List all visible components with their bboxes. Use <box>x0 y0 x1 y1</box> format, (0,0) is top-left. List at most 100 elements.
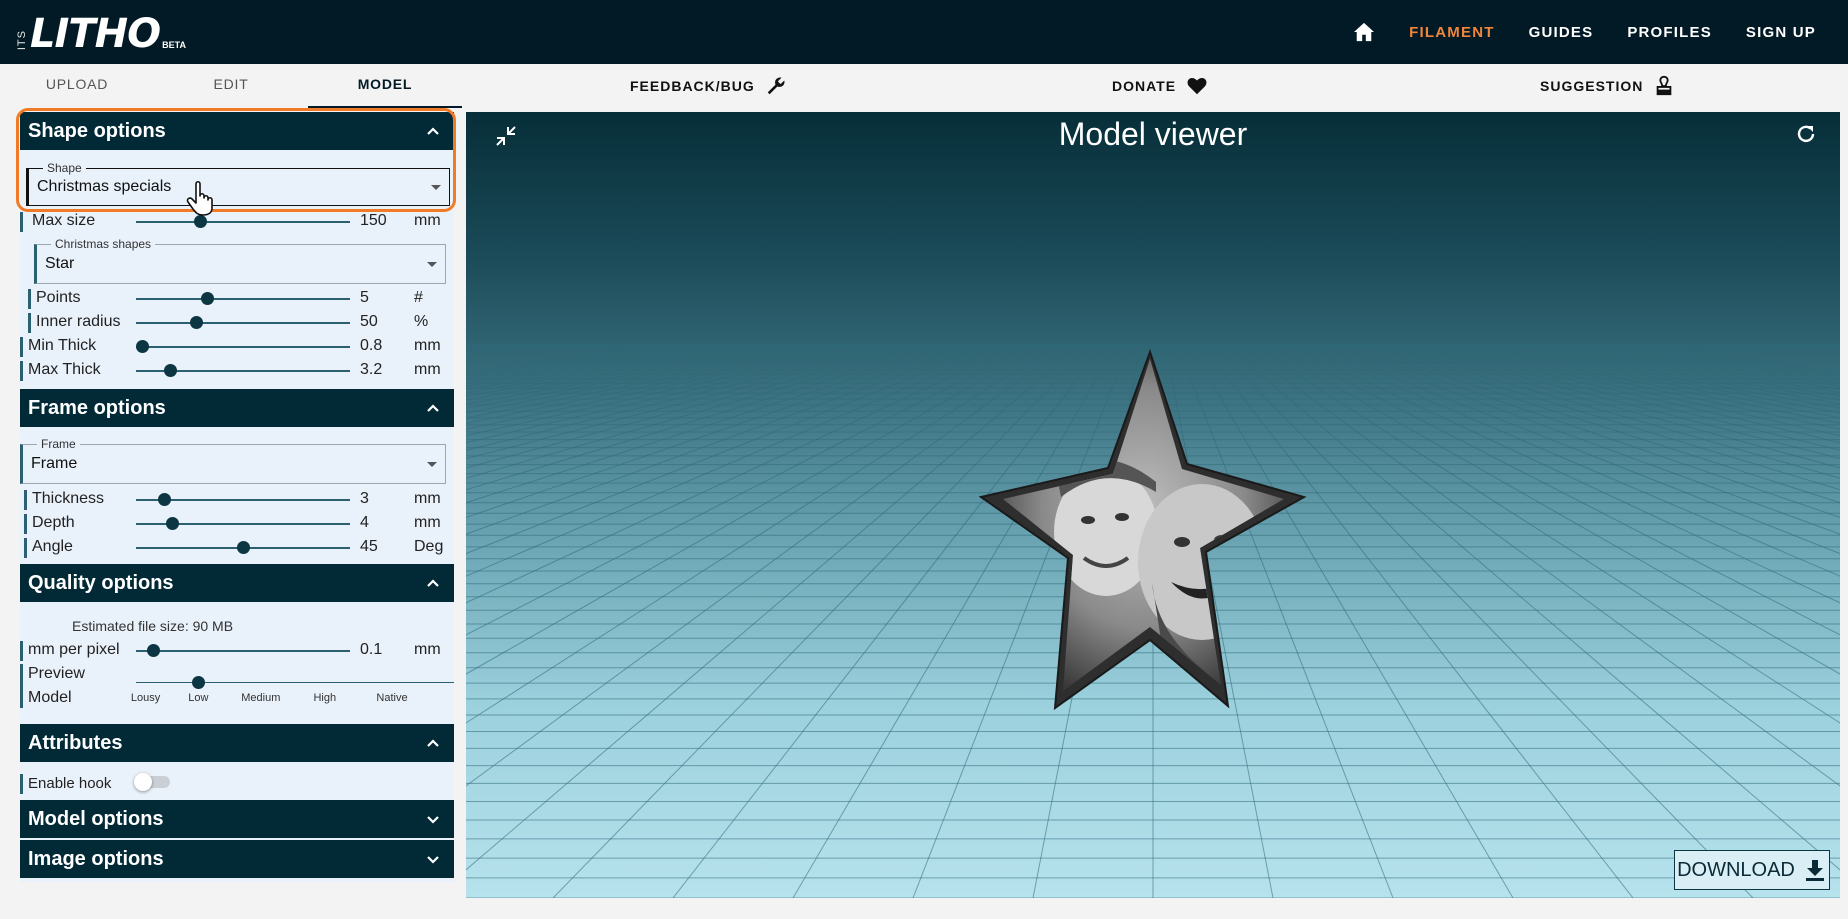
inner-radius-thumb[interactable] <box>189 316 203 329</box>
toggle-thumb[interactable] <box>134 773 152 791</box>
logo-wordmark: LITHO <box>30 11 161 57</box>
download-button[interactable]: DOWNLOAD <box>1674 850 1830 890</box>
main-nav: FILAMENT GUIDES PROFILES SIGN UP <box>1353 0 1816 64</box>
depth-slider[interactable] <box>136 517 350 530</box>
min-thick-label: Min Thick <box>28 337 97 354</box>
nav-profiles[interactable]: PROFILES <box>1627 24 1712 41</box>
mm-per-pixel-unit: mm <box>414 641 441 658</box>
tab-upload[interactable]: UPLOAD <box>0 64 154 108</box>
inner-radius-label: Inner radius <box>36 313 121 330</box>
caret-down-icon <box>427 262 437 267</box>
frame-select[interactable]: Frame Frame <box>20 437 446 484</box>
caret-down-icon <box>431 185 441 190</box>
shape-select[interactable]: Shape Christmas specials <box>26 161 450 206</box>
refresh-icon[interactable] <box>1794 122 1818 146</box>
nav-filament[interactable]: FILAMENT <box>1409 24 1494 41</box>
thickness-slider[interactable] <box>136 493 350 506</box>
thickness-thumb[interactable] <box>157 493 171 506</box>
nav-guides[interactable]: GUIDES <box>1529 24 1594 41</box>
attributes-title: Attributes <box>28 731 123 754</box>
points-row: Points 5 # <box>20 287 454 309</box>
christmas-shapes-select[interactable]: Christmas shapes Star <box>34 237 446 284</box>
mm-per-pixel-thumb[interactable] <box>147 644 161 657</box>
quality-level-low[interactable]: Low <box>188 692 208 704</box>
frame-select-label: Frame <box>37 437 80 451</box>
depth-label: Depth <box>32 514 75 531</box>
enable-hook-toggle[interactable] <box>134 773 170 791</box>
inner-radius-slider[interactable] <box>136 316 350 329</box>
christmas-shapes-label: Christmas shapes <box>51 237 156 251</box>
tab-model[interactable]: MODEL <box>308 64 462 108</box>
row-accent-bar <box>20 361 23 381</box>
thickness-row: Thickness 3 mm <box>20 488 454 510</box>
chevron-down-icon <box>427 816 439 824</box>
quality-level-native[interactable]: Native <box>376 692 407 704</box>
viewer-title: Model viewer <box>1058 116 1248 152</box>
model-viewer[interactable]: Model viewer DOWNLOAD <box>466 112 1840 898</box>
wrench-icon <box>767 77 785 95</box>
points-thumb[interactable] <box>200 292 214 305</box>
row-accent-bar <box>24 514 27 534</box>
nav-sign-up[interactable]: SIGN UP <box>1746 24 1816 41</box>
quality-level-slider[interactable] <box>136 676 454 689</box>
shape-options-header[interactable]: Shape options <box>20 112 454 150</box>
frame-options-title: Frame options <box>28 396 166 419</box>
angle-row: Angle 45 Deg <box>20 536 454 558</box>
home-icon[interactable] <box>1353 22 1375 42</box>
row-accent-bar <box>20 664 23 708</box>
logo-prefix: ITS <box>16 29 28 50</box>
frame-options-header[interactable]: Frame options <box>20 389 454 427</box>
min-thick-thumb[interactable] <box>136 340 150 353</box>
quality-level-lousy[interactable]: Lousy <box>131 692 160 704</box>
max-thick-slider[interactable] <box>136 364 350 377</box>
ground-grid <box>466 343 1840 898</box>
max-size-thumb[interactable] <box>194 215 208 228</box>
min-thick-row: Min Thick 0.8 mm <box>20 335 454 357</box>
donate-button[interactable]: DONATE <box>1112 64 1208 108</box>
max-thick-unit: mm <box>414 361 441 378</box>
top-navigation: ITS LITHO BETA FILAMENT GUIDES PROFILES … <box>0 0 1848 64</box>
angle-label: Angle <box>32 538 73 555</box>
quality-options-header[interactable]: Quality options <box>20 564 454 602</box>
chevron-up-icon <box>427 739 439 747</box>
quality-level-thumb[interactable] <box>192 676 206 689</box>
tab-edit[interactable]: EDIT <box>154 64 308 108</box>
points-value: 5 <box>360 289 369 306</box>
points-slider[interactable] <box>136 292 350 305</box>
max-size-value: 150 <box>360 212 387 229</box>
model-options-header[interactable]: Model options <box>20 800 454 838</box>
shape-select-label: Shape <box>43 161 86 175</box>
suggestion-button[interactable]: SUGGESTION <box>1540 64 1675 108</box>
attributes-header[interactable]: Attributes <box>20 724 454 762</box>
feedback-button[interactable]: FEEDBACK/BUG <box>630 64 787 108</box>
mm-per-pixel-label: mm per pixel <box>28 641 120 658</box>
chevron-up-icon <box>427 404 439 412</box>
min-thick-unit: mm <box>414 337 441 354</box>
max-size-slider[interactable] <box>136 215 350 228</box>
workflow-tabs: UPLOAD EDIT MODEL <box>0 64 462 108</box>
quality-level-labels: Lousy Low Medium High Native <box>131 692 456 712</box>
row-accent-bar <box>20 774 23 794</box>
quality-options-title: Quality options <box>28 571 174 594</box>
mm-per-pixel-slider[interactable] <box>136 644 350 657</box>
angle-slider[interactable] <box>136 541 350 554</box>
min-thick-slider[interactable] <box>136 340 350 353</box>
quality-level-medium[interactable]: Medium <box>241 692 280 704</box>
app-logo[interactable]: ITS LITHO BETA <box>16 8 186 56</box>
row-accent-bar <box>20 337 23 357</box>
row-accent-bar <box>24 538 27 558</box>
angle-thumb[interactable] <box>237 541 250 554</box>
mm-per-pixel-value: 0.1 <box>360 641 383 658</box>
depth-thumb[interactable] <box>166 517 180 530</box>
image-options-header[interactable]: Image options <box>20 840 454 878</box>
image-options-title: Image options <box>28 847 164 870</box>
max-size-unit: mm <box>414 212 441 229</box>
quality-level-high[interactable]: High <box>313 692 336 704</box>
max-thick-thumb[interactable] <box>164 364 178 377</box>
row-accent-bar <box>20 212 23 232</box>
inner-radius-value: 50 <box>360 313 378 330</box>
depth-row: Depth 4 mm <box>20 512 454 534</box>
download-label: DOWNLOAD <box>1677 858 1795 881</box>
max-size-label: Max size <box>32 212 96 229</box>
depth-unit: mm <box>414 514 441 531</box>
